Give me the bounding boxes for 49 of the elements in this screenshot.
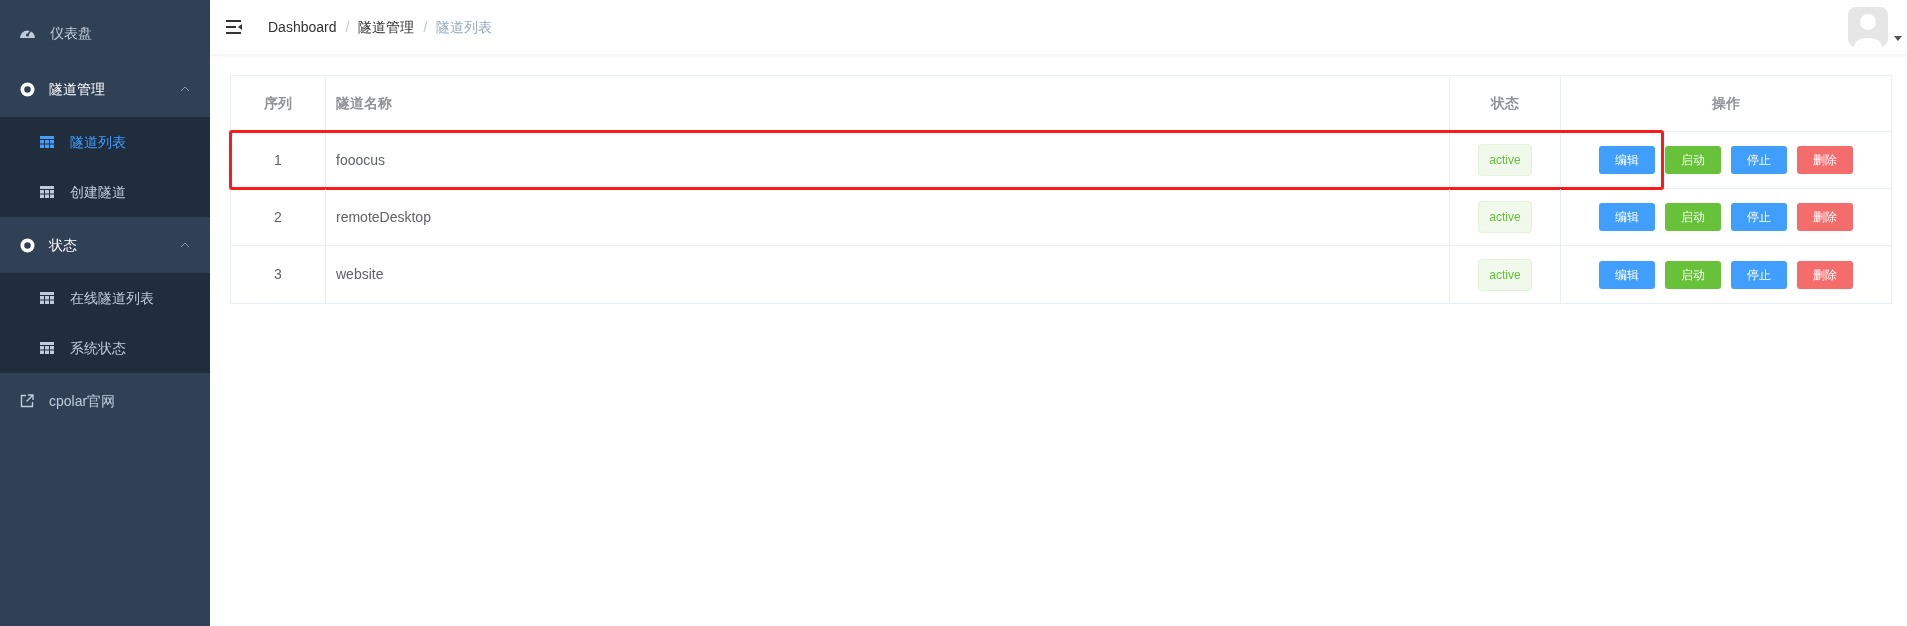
table-cell-text: fooocus xyxy=(336,150,386,170)
chevron-icon xyxy=(180,242,190,248)
action-button[interactable]: 启动 xyxy=(1665,203,1721,231)
breadcrumb-current: 隧道列表 xyxy=(436,17,493,37)
table-cell-text: 1 xyxy=(274,150,282,170)
grid-icon xyxy=(40,342,54,354)
action-button[interactable]: 删除 xyxy=(1797,146,1853,174)
status-tag: active xyxy=(1478,258,1532,291)
menu-item[interactable]: 仪表盘 xyxy=(0,5,210,61)
breadcrumb-link[interactable]: 隧道管理 xyxy=(358,16,415,38)
lifebuoy-icon xyxy=(20,237,35,253)
submenu-item[interactable]: 系统状态 xyxy=(0,323,210,373)
caret-icon[interactable] xyxy=(1894,35,1902,41)
grid-icon xyxy=(40,292,54,304)
menu-group[interactable]: 状态 xyxy=(0,217,210,273)
action-button[interactable]: 编辑 xyxy=(1599,146,1655,174)
status-tag: active xyxy=(1478,144,1532,176)
submenu-item[interactable]: 创建隧道 xyxy=(0,167,210,217)
grid-icon xyxy=(40,136,54,148)
action-button[interactable]: 启动 xyxy=(1665,260,1721,289)
breadcrumb-separator: / xyxy=(345,17,350,37)
action-button[interactable]: 删除 xyxy=(1797,260,1853,289)
action-button[interactable]: 停止 xyxy=(1731,203,1787,231)
column-header: 隧道名称 xyxy=(336,94,392,113)
menu-item[interactable]: cpolar官网 xyxy=(0,373,210,429)
grid-icon xyxy=(40,186,54,198)
breadcrumb-separator: / xyxy=(423,17,428,37)
lifebuoy-icon xyxy=(20,81,35,97)
table-cell-text: remoteDesktop xyxy=(336,207,431,227)
column-header: 操作 xyxy=(1712,94,1740,113)
table-cell-text: 2 xyxy=(274,207,282,227)
action-button[interactable]: 停止 xyxy=(1731,260,1787,289)
external-link-icon xyxy=(20,394,34,408)
action-button[interactable]: 删除 xyxy=(1797,203,1853,231)
table-cell-text: website xyxy=(336,265,384,284)
menu-group[interactable]: 隧道管理 xyxy=(0,61,210,117)
action-button[interactable]: 停止 xyxy=(1731,146,1787,174)
column-header: 状态 xyxy=(1491,94,1519,113)
action-button[interactable]: 编辑 xyxy=(1599,203,1655,231)
menu-toggle-icon[interactable] xyxy=(226,20,243,34)
action-button[interactable]: 启动 xyxy=(1665,146,1721,174)
submenu-item[interactable]: 在线隧道列表 xyxy=(0,273,210,323)
status-tag: active xyxy=(1478,201,1532,233)
submenu-item[interactable]: 隧道列表 xyxy=(0,117,210,167)
action-button[interactable]: 编辑 xyxy=(1599,260,1655,289)
breadcrumb-link[interactable]: Dashboard xyxy=(268,16,337,38)
chevron-icon xyxy=(180,86,190,92)
column-header: 序列 xyxy=(264,94,292,113)
table-cell-text: 3 xyxy=(274,265,282,284)
